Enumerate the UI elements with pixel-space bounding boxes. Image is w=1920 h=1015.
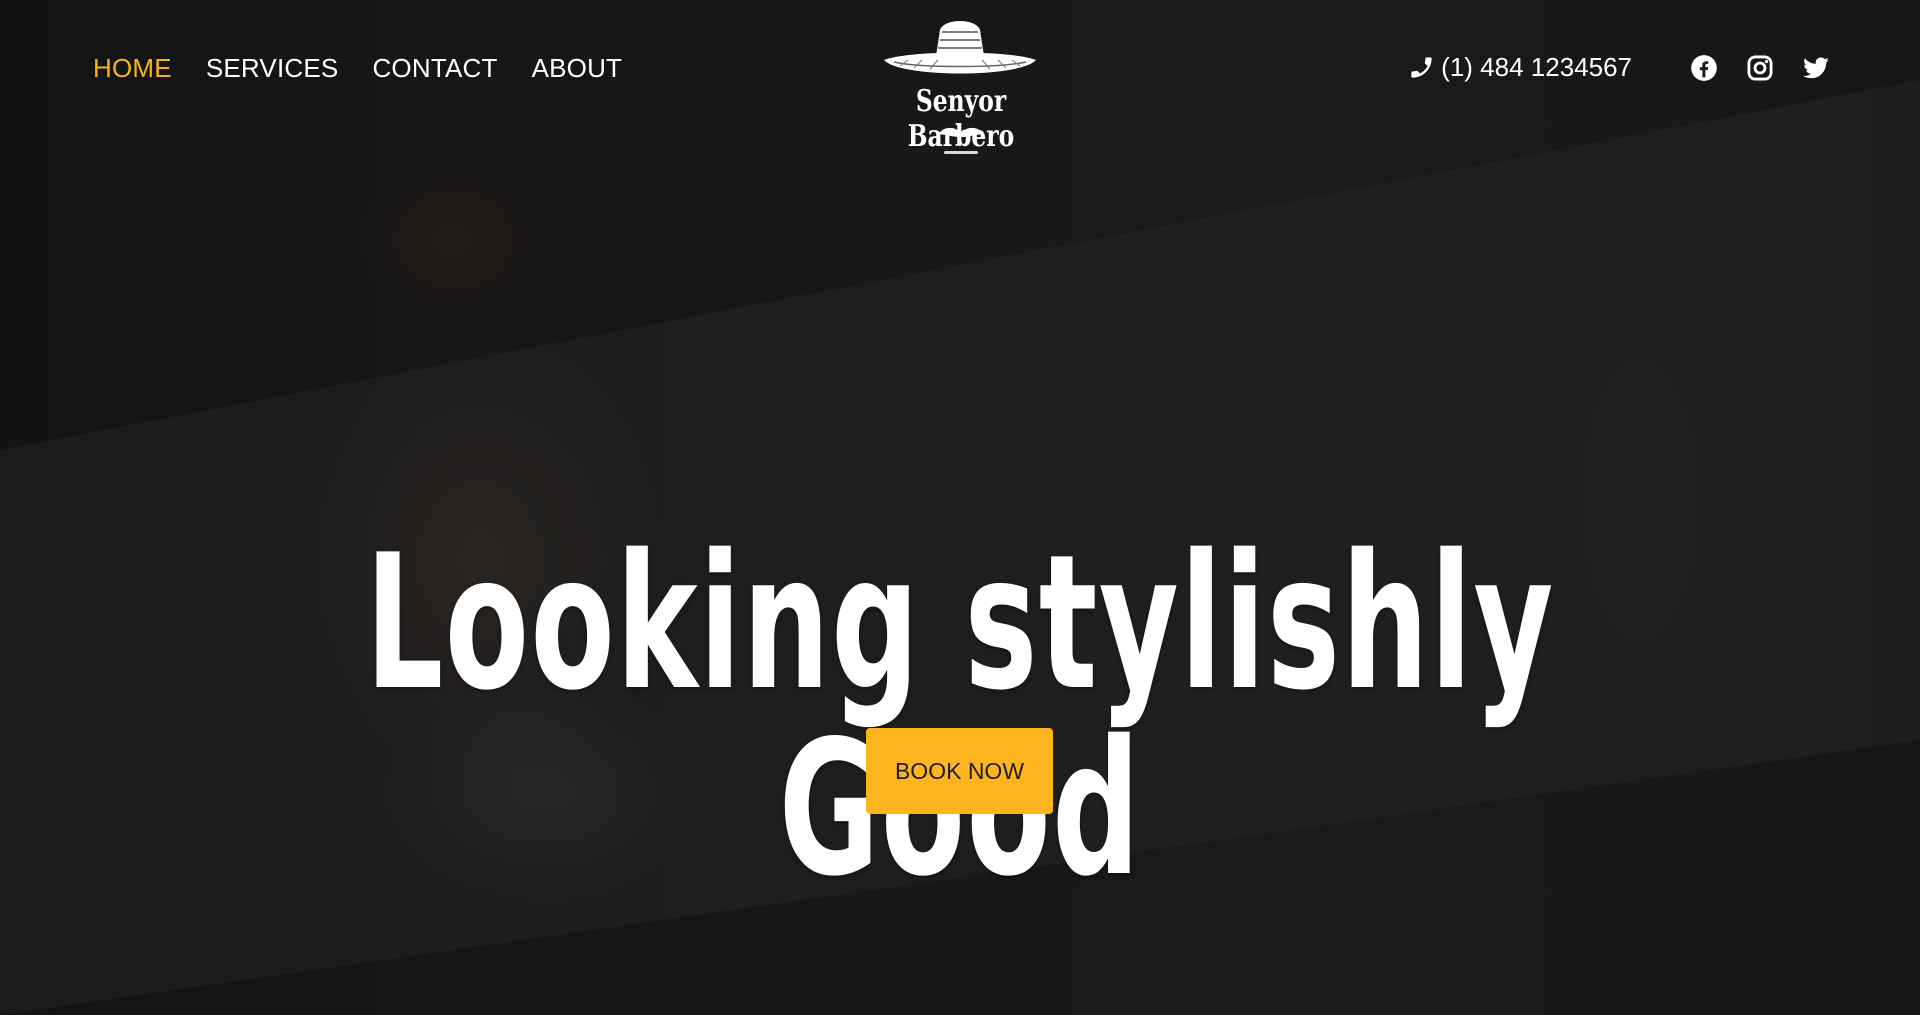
- phone-icon: [1411, 57, 1432, 78]
- hero-headline: Looking stylishly Good: [365, 513, 1555, 901]
- header-contact: (1) 484 1234567: [1408, 52, 1830, 83]
- nav-item-contact[interactable]: CONTACT: [372, 53, 497, 84]
- phone-link[interactable]: (1) 484 1234567: [1408, 52, 1632, 83]
- phone-number: (1) 484 1234567: [1441, 52, 1632, 82]
- brand-logo[interactable]: Senyor Barbero: [866, 16, 1056, 161]
- nav-item-services[interactable]: SERVICES: [206, 53, 339, 84]
- main-nav: HOME SERVICES CONTACT ABOUT: [93, 53, 656, 84]
- nav-item-home[interactable]: HOME: [93, 53, 172, 84]
- sombrero-icon: [884, 21, 1036, 74]
- twitter-icon[interactable]: [1802, 54, 1830, 82]
- nav-item-about[interactable]: ABOUT: [532, 53, 623, 84]
- instagram-icon[interactable]: [1746, 54, 1774, 82]
- mustache-icon: [938, 127, 984, 154]
- facebook-icon[interactable]: [1690, 54, 1718, 82]
- book-now-button[interactable]: BOOK NOW: [866, 728, 1053, 814]
